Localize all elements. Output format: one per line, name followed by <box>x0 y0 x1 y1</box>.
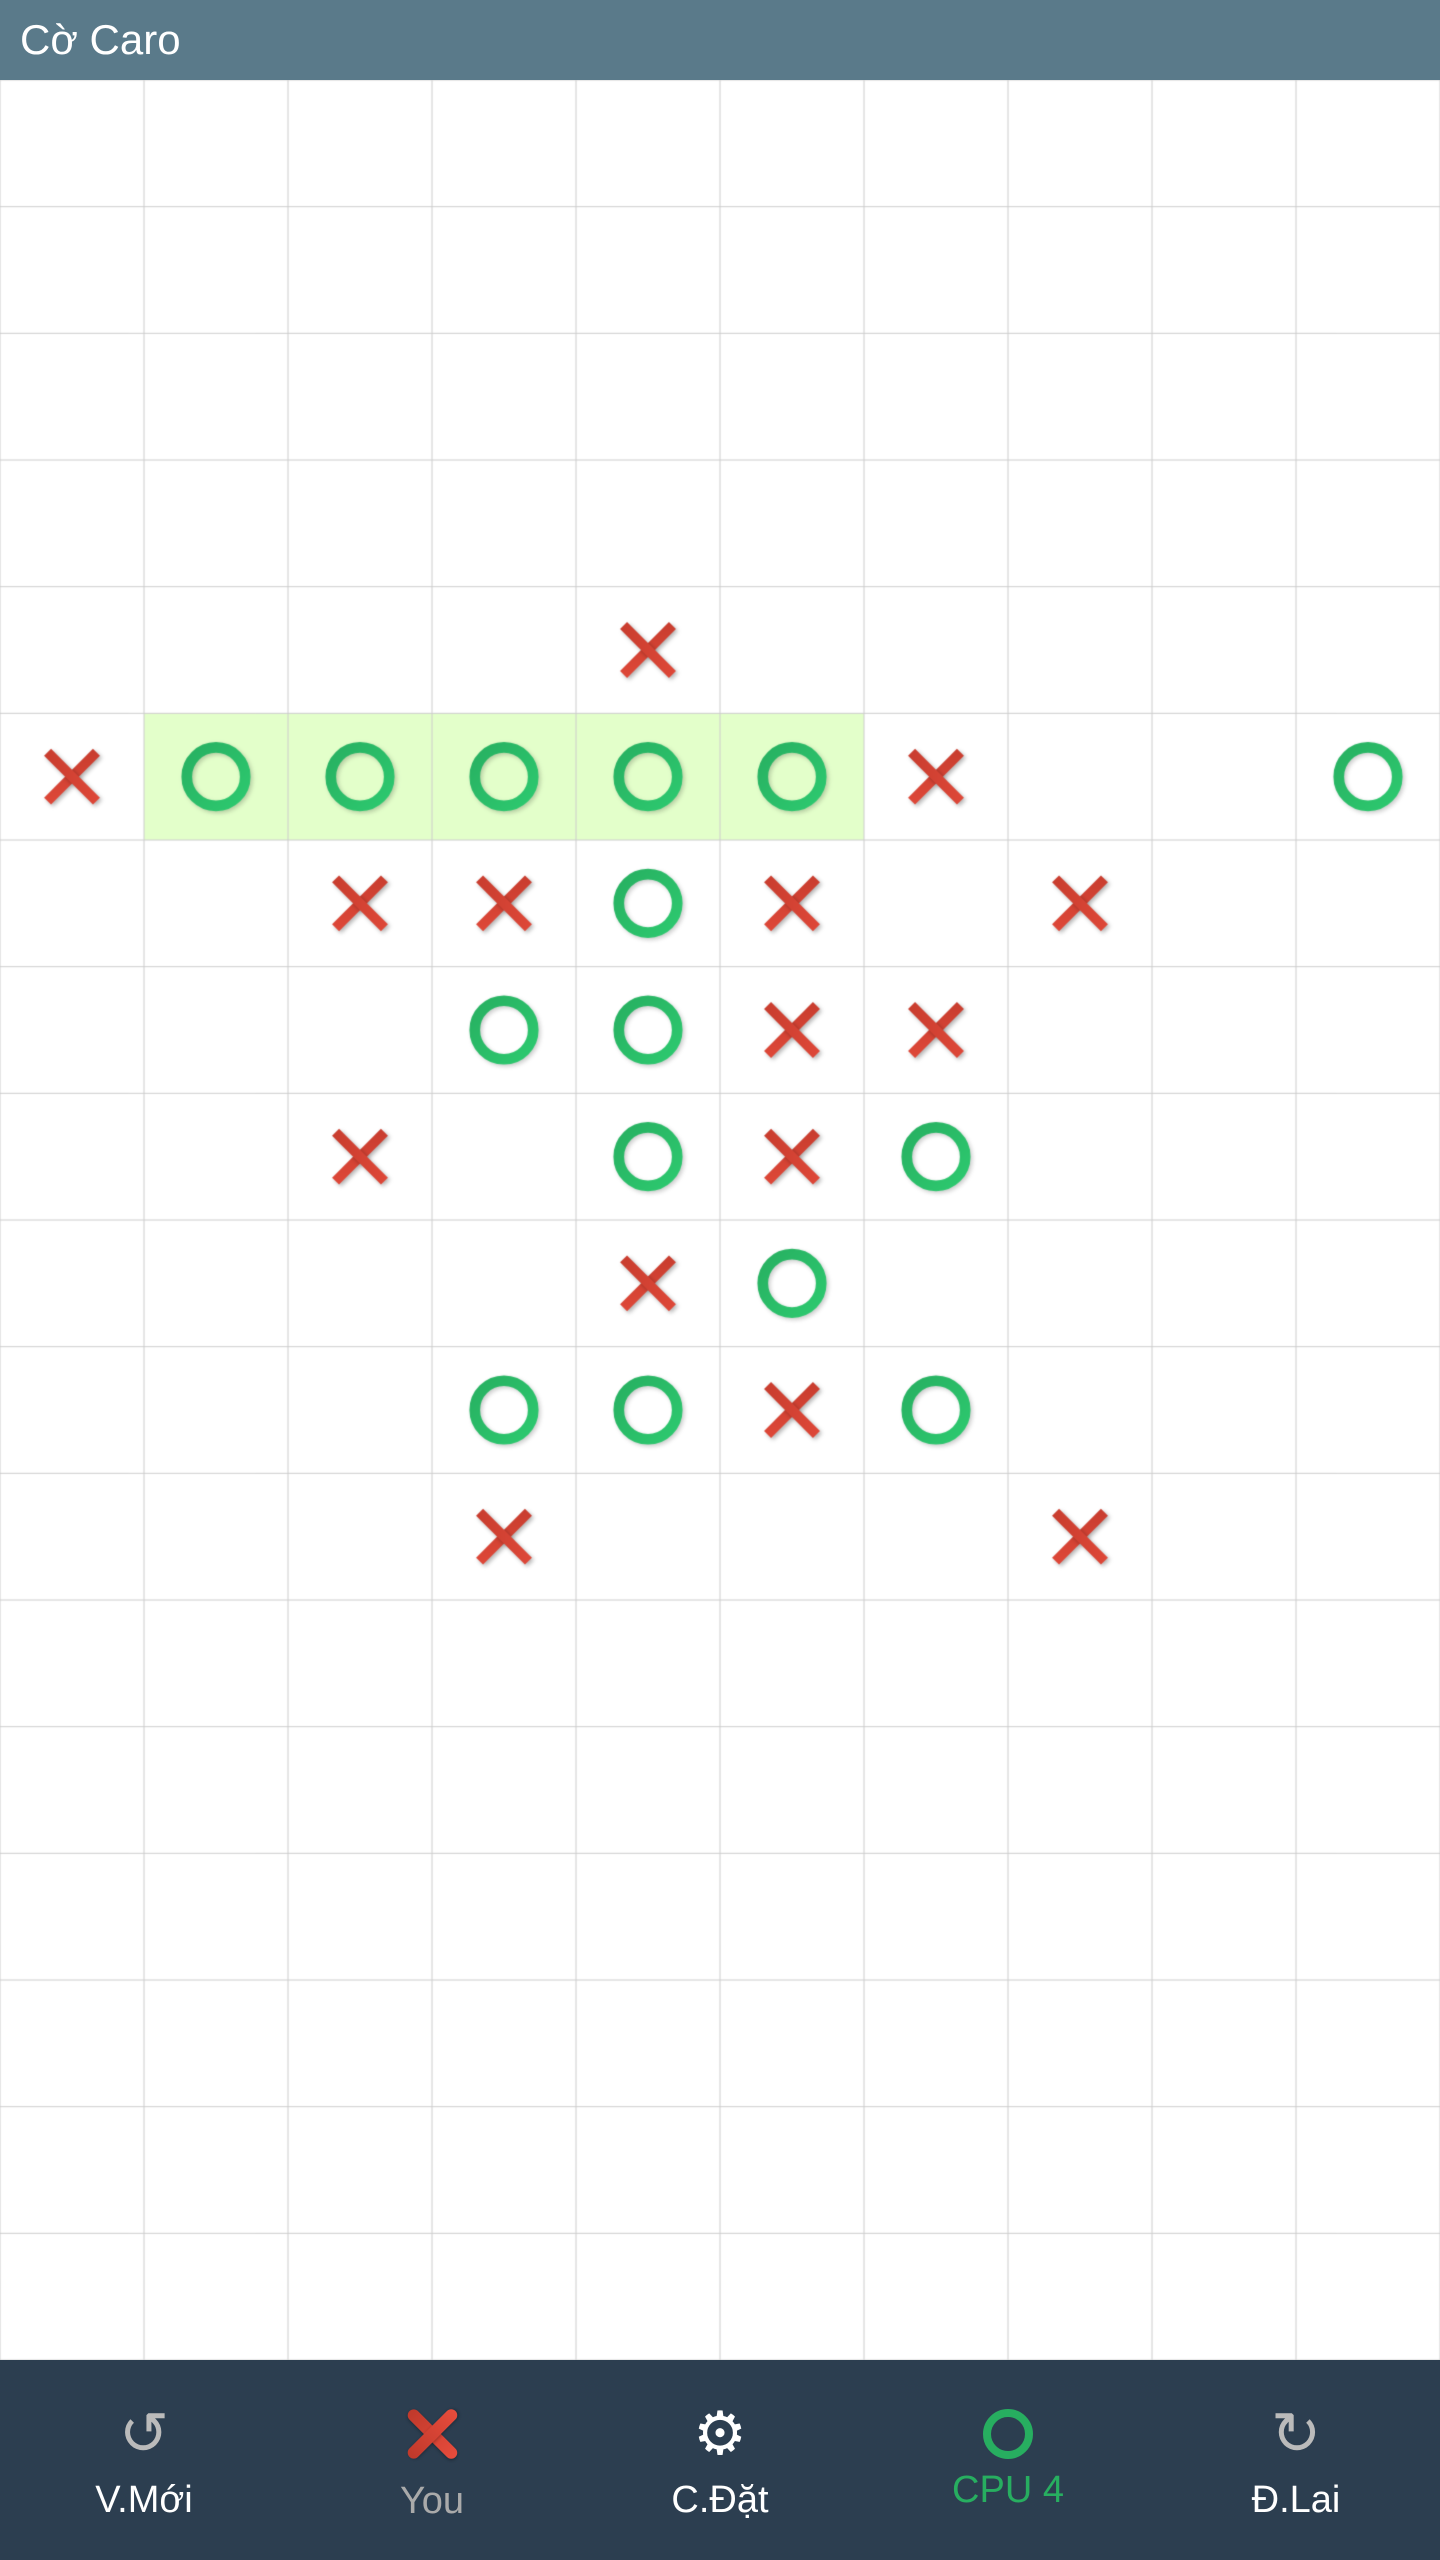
undo-label: Đ.Lai <box>1252 2479 1341 2522</box>
you-icon <box>396 2398 468 2470</box>
you-button[interactable]: You <box>288 2360 576 2560</box>
new-game-icon: ↺ <box>119 2399 169 2469</box>
new-game-label: V.Mới <box>95 2479 192 2522</box>
cpu4-icon <box>983 2409 1033 2459</box>
you-label: You <box>400 2480 464 2523</box>
undo-icon: ↺ <box>1271 2399 1321 2469</box>
settings-button[interactable]: ⚙ C.Đặt <box>576 2360 864 2560</box>
undo-button[interactable]: ↺ Đ.Lai <box>1152 2360 1440 2560</box>
app-title: Cờ Caro <box>20 16 181 64</box>
new-game-button[interactable]: ↺ V.Mới <box>0 2360 288 2560</box>
cpu4-button[interactable]: CPU 4 <box>864 2360 1152 2560</box>
cpu4-label: CPU 4 <box>952 2469 1064 2512</box>
game-board[interactable] <box>0 80 1440 2360</box>
app-header: Cờ Caro <box>0 0 1440 80</box>
bottom-navigation: ↺ V.Mới You ⚙ C.Đặt CPU 4 ↺ Đ.Lai <box>0 2360 1440 2560</box>
gear-icon: ⚙ <box>693 2399 747 2469</box>
settings-label: C.Đặt <box>671 2479 768 2522</box>
